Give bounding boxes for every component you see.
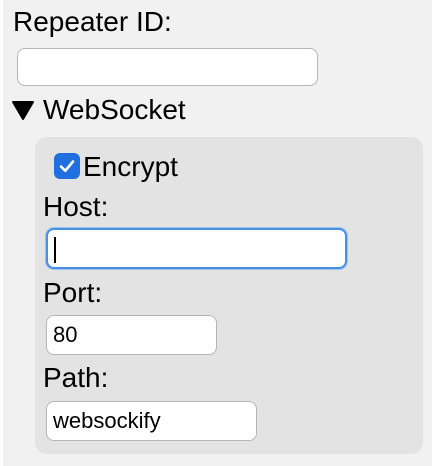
repeater-id-label: Repeater ID: xyxy=(13,6,172,37)
port-input[interactable] xyxy=(46,315,217,355)
path-label: Path: xyxy=(43,362,109,393)
encrypt-checkbox[interactable] xyxy=(54,153,80,179)
websocket-label: WebSocket xyxy=(43,94,186,125)
text-caret xyxy=(54,237,56,263)
triangle-down-icon xyxy=(11,98,35,122)
checkmark-icon xyxy=(57,156,77,176)
host-input[interactable] xyxy=(46,228,347,269)
repeater-id-input[interactable] xyxy=(17,48,318,86)
websocket-disclosure[interactable]: WebSocket xyxy=(11,94,186,126)
settings-panel: Repeater ID: WebSocket Encrypt Host: Por… xyxy=(3,0,432,466)
path-input[interactable] xyxy=(46,401,257,441)
host-label: Host: xyxy=(43,191,109,222)
encrypt-label: Encrypt xyxy=(83,151,178,182)
port-label: Port: xyxy=(43,277,103,308)
